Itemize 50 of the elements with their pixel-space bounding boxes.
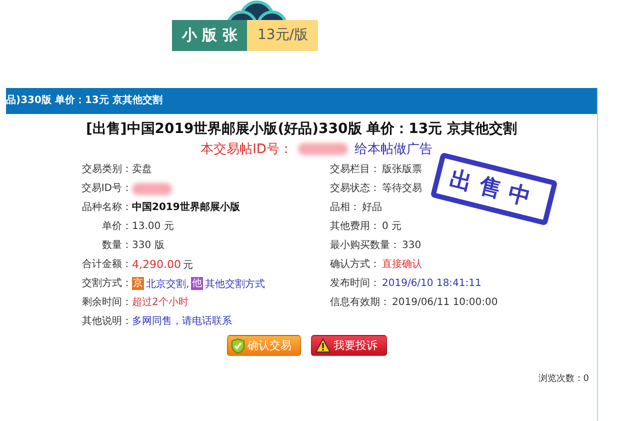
field-value: 直接确认 [382,258,422,272]
currency-unit: 元 [182,258,193,272]
post-id-label: 本交易帖ID号： [200,141,292,158]
view-count: 浏览次数：0 [537,372,590,385]
field-value: 版张版票 [382,162,422,177]
field-label: 数量： [101,239,132,253]
field-value: 330 [402,239,422,253]
listing-title: [出售]中国2019世界邮展小版(好品)330版 单价：13元 京其他交割 [84,120,518,138]
field-label: 剩余时间： [81,296,132,310]
field-label: 其他说明： [81,314,132,329]
for-sale-stamp: 出售中 [430,152,558,226]
warning-icon [314,338,330,353]
field-value[interactable]: 多网同售，请电话联系 [132,312,330,331]
field-value: 2019/06/11 10:00:00 [392,296,498,310]
shield-icon [230,338,244,354]
field-label: 单价： [101,220,132,234]
field-label: 发布时间： [330,276,380,291]
title-bar: 品)330版 单价：13元 京其他交割 [6,88,597,114]
field-label: 交易类别： [81,162,132,177]
field-value: 等待交易 [382,182,422,196]
field-label: 最小购买数量： [330,238,400,253]
advertise-link[interactable]: 给本帖做广告 [354,140,432,158]
method-badge: 京 [132,277,144,290]
field-value: 中国2019世界邮展小版 [132,200,241,215]
field-label: 其他费用： [330,220,380,234]
field-value: 13.00 元 [132,220,175,234]
redacted-value [298,143,348,155]
report-button[interactable]: 我要投诉 [310,335,386,356]
method-badge: 他 [191,277,204,290]
field-label: 品种名称： [81,200,132,215]
field-value: 卖盘 [132,162,153,177]
field-label: 交易状态： [330,182,380,196]
field-label: 品相： [330,200,360,215]
total-amount: 4,290.00 [132,258,181,271]
category-label: 小 版 张 [172,20,248,51]
method-link[interactable]: 其他交割方式 [205,276,266,290]
field-value: 330 版 [132,239,166,253]
field-label: 信息有效期： [330,296,390,310]
field-value: 超过2个小时 [132,296,190,310]
redacted-value [132,182,172,194]
field-label: 交易栏目： [330,162,380,177]
field-label: 确认方式： [330,258,380,272]
field-value: 0 元 [382,220,402,234]
field-label: 合计金额： [81,258,132,272]
field-value: 好品 [362,201,382,215]
method-link[interactable]: 北京交割, [146,276,190,290]
price-label: 13元/版 [247,20,318,51]
field-label: 交易ID号： [80,182,132,196]
field-label: 交割方式： [81,276,132,291]
field-value[interactable]: 2019/6/10 18:41:11 [382,274,482,293]
